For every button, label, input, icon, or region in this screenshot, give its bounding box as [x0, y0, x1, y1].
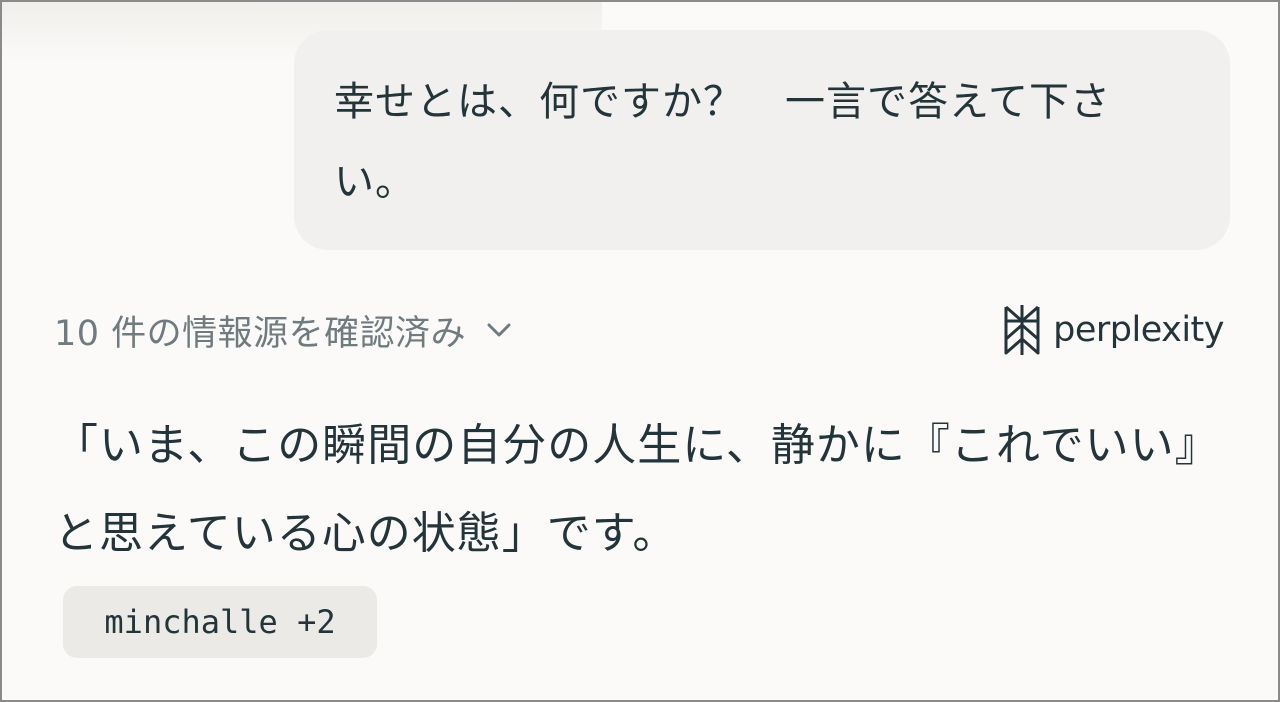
user-message-bubble: 幸せとは、何ですか？ 一言で答えて下さい。: [294, 30, 1230, 250]
perplexity-logo-icon: [1001, 302, 1043, 358]
sources-label: 10 件の情報源を確認済み: [54, 313, 467, 354]
citation-chip[interactable]: minchalle +2: [63, 586, 377, 658]
user-question-text: 幸せとは、何ですか？ 一言で答えて下さい。: [334, 79, 1111, 205]
brand-name: perplexity: [1053, 310, 1224, 350]
sources-toggle[interactable]: 10 件の情報源を確認済み: [54, 302, 514, 358]
chevron-down-icon: [484, 315, 514, 345]
chat-window: 幸せとは、何ですか？ 一言で答えて下さい。 10 件の情報源を確認済み perp…: [0, 0, 1280, 702]
assistant-answer-text: 「いま、この瞬間の自分の人生に、静かに『これでいい』と思えている心の状態」です。: [54, 420, 1220, 559]
perplexity-brand: perplexity: [1001, 302, 1224, 358]
